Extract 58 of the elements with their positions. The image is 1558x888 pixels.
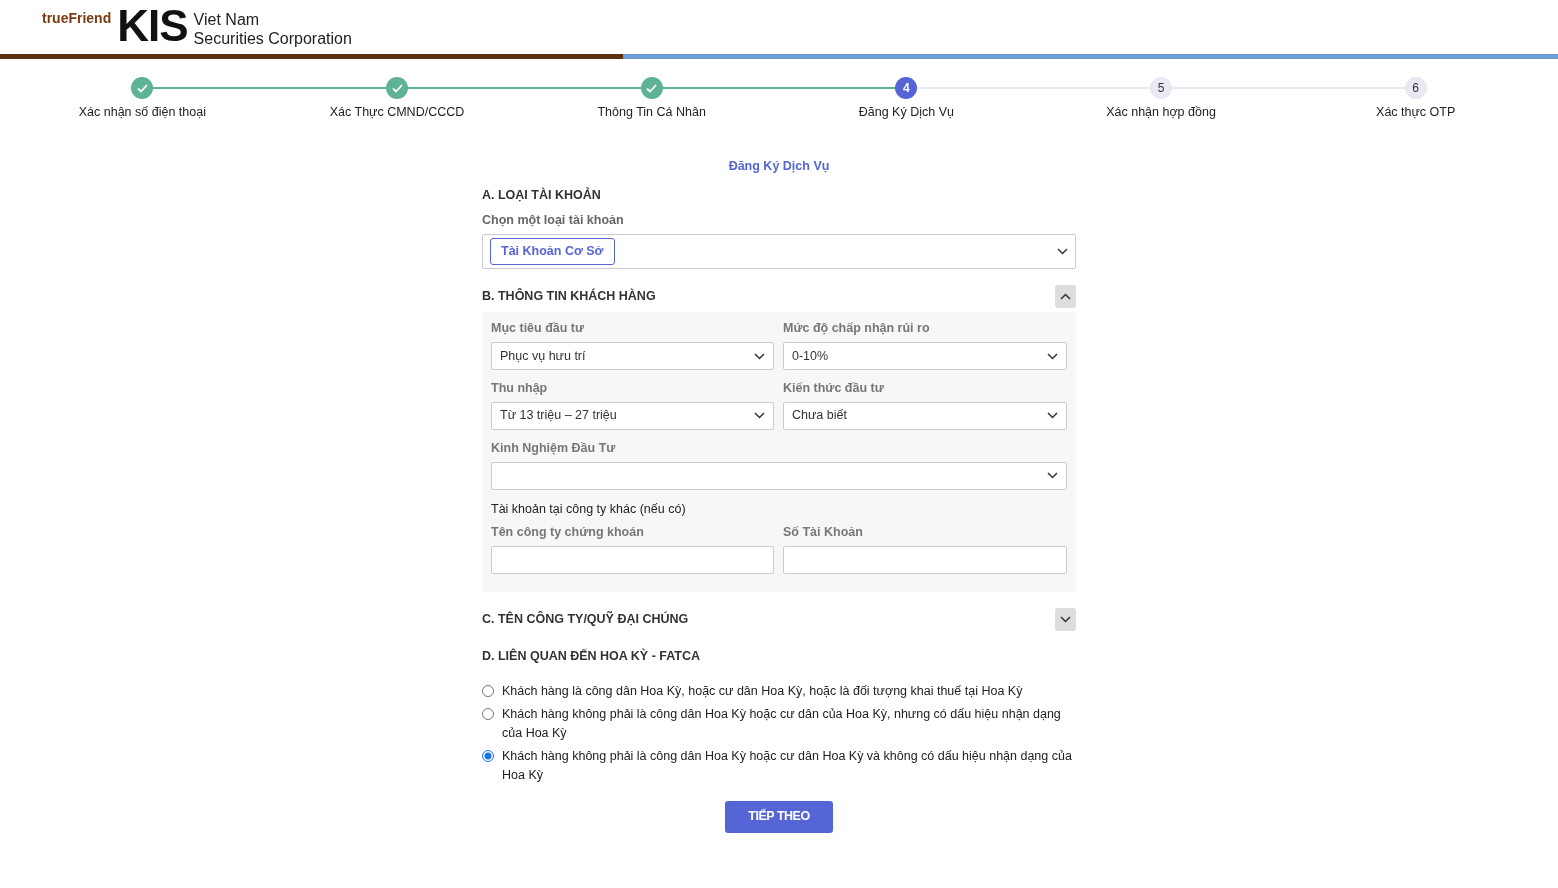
brand-tagline: trueFriend (42, 9, 112, 28)
radio-button[interactable] (482, 749, 494, 762)
chevron-down-icon (754, 352, 765, 360)
radio-label: Khách hàng không phải là công dân Hoa Kỳ hoặc cư dân Hoa Kỳ và không có dấu hiệu nhận dạng của Hoa Kỳ (502, 747, 1073, 784)
section-note: Tài khoản tại công ty khác (nếu có) (491, 500, 687, 518)
field-label: Kiến thức đầu tư (783, 380, 885, 397)
step-label: Xác nhận hợp đồng (1105, 104, 1217, 121)
account-type-select[interactable]: Tài Khoản Cơ Sở (482, 234, 1076, 270)
check-icon (646, 83, 658, 93)
step-number: 6 (1412, 80, 1420, 97)
field-label: Thu nhập (491, 380, 549, 397)
radio-label: Khách hàng không phải là công dân Hoa Kỳ hoặc cư dân của Hoa Kỳ, nhưng có dấu hiệu nhận dạng của Hoa Kỳ (502, 705, 1062, 742)
account-type-chip[interactable]: Tài Khoản Cơ Sở (490, 238, 615, 266)
collapse-toggle[interactable] (1055, 608, 1076, 631)
section-title: B. THÔNG TIN KHÁCH HÀNG (482, 287, 656, 306)
step-number: 5 (1157, 80, 1165, 97)
field-label: Tên công ty chứng khoán (491, 524, 645, 542)
field-label: Kinh Nghiệm Đầu Tư (491, 439, 617, 457)
input-field[interactable] (491, 546, 774, 574)
dropdown-field[interactable]: Từ 13 triệu – 27 triệu (491, 401, 774, 430)
check-icon (391, 83, 403, 93)
step-label: Đăng Ký Dịch Vụ (857, 104, 955, 121)
step-label: Xác nhận số điện thoại (77, 104, 207, 121)
chevron-down-icon (1047, 472, 1058, 479)
section-title: D. LIÊN QUAN ĐẾN HOA KỲ - FATCA (482, 647, 702, 665)
form-title: Đăng Ký Dịch Vụ (727, 158, 831, 175)
chevron-down-icon (1047, 412, 1058, 420)
chevron-down-icon (1047, 352, 1058, 360)
company-name: Viet Nam (193, 10, 261, 29)
section-title: C. TÊN CÔNG TY/QUỸ ĐẠI CHÚNG (482, 610, 689, 629)
company-name: Securities Corporation (193, 29, 352, 48)
brand-logo: KIS (117, 6, 188, 46)
input-field[interactable] (783, 546, 1067, 574)
dropdown-value: 0-10% (792, 347, 829, 365)
field-label: Mục tiêu đầu tư (491, 320, 586, 338)
field-label: Số Tài Khoản (783, 524, 864, 542)
step-label: Xác Thực CMND/CCCD (328, 104, 466, 121)
dropdown-field[interactable]: 0-10% (783, 342, 1067, 370)
dropdown-value: Chưa biết (792, 407, 847, 425)
section-title: A. LOẠI TÀI KHOẢN (482, 186, 602, 204)
field-label: Mức độ chấp nhận rủi ro (783, 320, 931, 338)
next-button[interactable]: TIẾP THEO (725, 800, 833, 833)
field-label: Chọn một loại tài khoản (482, 211, 625, 229)
check-icon (136, 83, 148, 93)
chevron-down-icon (1060, 616, 1071, 623)
step-number: 4 (903, 80, 910, 97)
collapse-toggle[interactable] (1055, 285, 1076, 309)
chevron-up-icon (1060, 293, 1071, 301)
step-label: Xác thực OTP (1375, 104, 1457, 121)
dropdown-field[interactable]: Chưa biết (783, 401, 1067, 430)
dropdown-value: Từ 13 triệu – 27 triệu (500, 407, 617, 425)
dropdown-value: Phục vụ hưu trí (500, 347, 586, 365)
dropdown-field[interactable] (491, 461, 1067, 490)
chevron-down-icon (1057, 248, 1068, 256)
radio-label: Khách hàng là công dân Hoa Kỳ, hoặc cư dân Hoa Kỳ, hoặc là đối tượng khai thuế tại Hoa Kỳ (502, 682, 1023, 700)
dropdown-field[interactable]: Phục vụ hưu trí (491, 342, 774, 370)
step-label: Thông Tin Cá Nhân (596, 104, 707, 121)
chevron-down-icon (754, 412, 765, 420)
